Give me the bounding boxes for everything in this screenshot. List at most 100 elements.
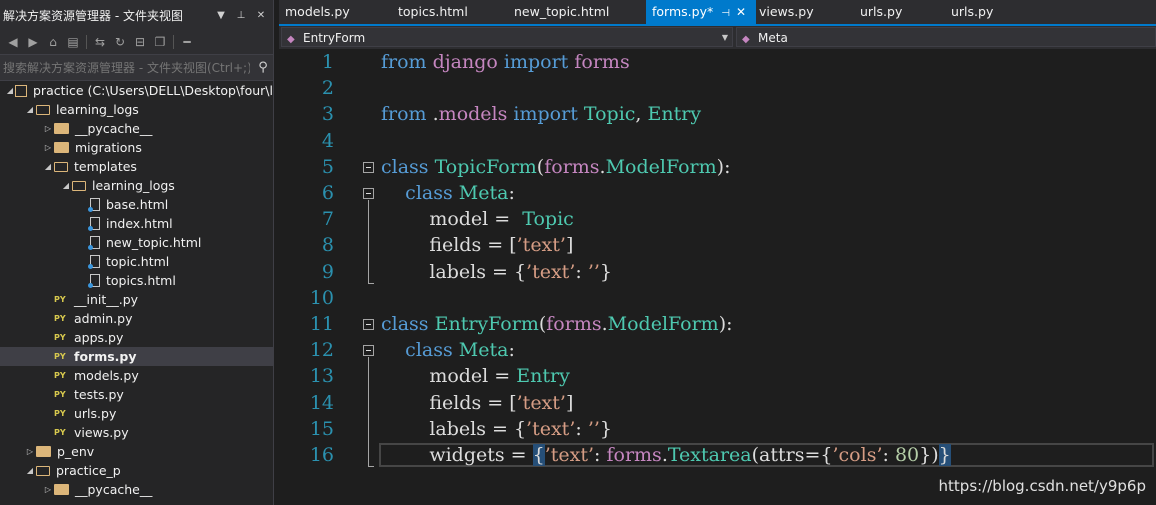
tab-models-py[interactable]: models.py: [279, 0, 350, 24]
tree-item[interactable]: ◢ practice (C:\Users\DELL\Desktop\four\l: [0, 81, 273, 100]
properties-icon[interactable]: ━: [177, 35, 197, 49]
class-combo-value: EntryForm: [303, 31, 366, 45]
tab-new-topic-html[interactable]: new_topic.html: [508, 0, 609, 24]
tab-label: urls.py: [951, 4, 994, 19]
code-line: class EntryForm(forms.ModelForm):: [381, 313, 733, 335]
python-file-icon: PY: [54, 409, 66, 418]
collapse-all-icon[interactable]: ⊟: [130, 35, 150, 49]
code-token: .: [426, 103, 439, 126]
code-token: model =: [381, 365, 517, 388]
line-number: 11: [309, 313, 334, 335]
tree-item[interactable]: ◢ practice_p: [0, 461, 273, 480]
file-tree: ◢ practice (C:\Users\DELL\Desktop\four\l ◢…: [0, 81, 273, 499]
collapse-icon[interactable]: [363, 345, 374, 356]
code-token: forms: [574, 51, 630, 73]
tree-item[interactable]: ▷ __pycache__: [0, 119, 273, 138]
solution-explorer-toolbar: ◀ ▶ ⌂ ▤ ⇆ ↻ ⊟ ❐ ━: [0, 30, 273, 55]
code-token: widgets =: [381, 444, 533, 466]
solution-explorer-title: 解决方案资源管理器 - 文件夹视图: [3, 8, 183, 23]
tree-item[interactable]: index.html: [0, 214, 273, 233]
tree-item-label: p_env: [57, 444, 95, 459]
code-token: model =: [381, 208, 523, 231]
tree-item[interactable]: ▷ migrations: [0, 138, 273, 157]
code-token: Topic: [583, 103, 636, 126]
pin-icon[interactable]: ⊥: [233, 10, 249, 21]
line-number: 2: [321, 77, 334, 100]
code-token: from: [381, 103, 427, 126]
copy-icon[interactable]: ❐: [150, 35, 170, 49]
code-token: Meta: [458, 182, 509, 204]
tree-item[interactable]: PY apps.py: [0, 328, 273, 347]
code-token: ]: [565, 391, 574, 414]
code-token: (attrs={: [751, 444, 833, 466]
collapsed-arrow-icon[interactable]: ▷: [42, 143, 54, 152]
tree-item[interactable]: ◢ learning_logs: [0, 100, 273, 119]
chevron-down-icon[interactable]: ▼: [722, 28, 728, 48]
tree-item[interactable]: PY views.py: [0, 423, 273, 442]
tab-urls-py[interactable]: urls.py: [854, 0, 902, 24]
expanded-arrow-icon[interactable]: ◢: [24, 466, 36, 475]
home-icon[interactable]: ⌂: [43, 35, 63, 49]
class-combo[interactable]: ◆ EntryForm ▼: [281, 27, 733, 47]
pin-icon[interactable]: ⊣: [721, 8, 730, 19]
views-icon[interactable]: ▤: [63, 35, 83, 49]
code-line: class Meta:: [381, 182, 515, 204]
search-icon[interactable]: ⚲: [253, 60, 273, 75]
tree-item[interactable]: base.html: [0, 195, 273, 214]
tree-item[interactable]: PY tests.py: [0, 385, 273, 404]
forward-icon[interactable]: ▶: [23, 35, 43, 49]
collapse-icon[interactable]: [363, 162, 374, 173]
tree-item[interactable]: PY admin.py: [0, 309, 273, 328]
tree-item[interactable]: ▷ __pycache__: [0, 480, 273, 499]
close-tab-icon[interactable]: ✕: [736, 5, 746, 19]
tab-views-py[interactable]: views.py: [753, 0, 814, 24]
collapse-icon[interactable]: [363, 319, 374, 330]
tree-item-label: topic.html: [106, 254, 170, 269]
back-icon[interactable]: ◀: [3, 35, 23, 49]
tree-item[interactable]: PY models.py: [0, 366, 273, 385]
code-line: model = Entry: [381, 365, 570, 387]
collapsed-arrow-icon[interactable]: ▷: [24, 447, 36, 456]
tree-item[interactable]: ▷ p_env: [0, 442, 273, 461]
expanded-arrow-icon[interactable]: ◢: [60, 181, 72, 190]
expanded-arrow-icon[interactable]: ◢: [24, 105, 36, 114]
navigation-bar: ◆ EntryForm ▼ ◆ Meta: [279, 26, 1156, 50]
tree-item[interactable]: ◢ templates: [0, 157, 273, 176]
expanded-arrow-icon[interactable]: ◢: [5, 86, 15, 95]
tree-item[interactable]: new_topic.html: [0, 233, 273, 252]
tree-item-label: practice_p: [56, 463, 121, 478]
code-token: class: [381, 155, 429, 178]
tree-item-label: learning_logs: [56, 102, 139, 117]
tree-item-label: __pycache__: [75, 482, 153, 497]
tree-item[interactable]: topic.html: [0, 252, 273, 271]
code-token: TopicForm: [434, 155, 537, 178]
tree-item[interactable]: PY __init__.py: [0, 290, 273, 309]
tree-item[interactable]: ◢ learning_logs: [0, 176, 273, 195]
search-input[interactable]: [0, 60, 253, 75]
tab-urls-py[interactable]: urls.py: [945, 0, 993, 24]
tree-item[interactable]: PY forms.py: [0, 347, 273, 366]
code-token: ]: [565, 234, 574, 257]
code-token: ModelForm: [605, 155, 717, 178]
line-number: 14: [309, 391, 334, 414]
member-combo[interactable]: ◆ Meta: [736, 27, 1156, 47]
collapsed-arrow-icon[interactable]: ▷: [42, 485, 54, 494]
expanded-arrow-icon[interactable]: ◢: [42, 162, 54, 171]
line-number: 12: [309, 339, 334, 362]
collapse-icon[interactable]: [363, 188, 374, 199]
close-icon[interactable]: ✕: [253, 10, 269, 21]
tab-topics-html[interactable]: topics.html: [392, 0, 468, 24]
line-number: 9: [321, 260, 334, 283]
code-token: forms: [606, 444, 662, 466]
html-file-icon: [88, 236, 100, 250]
tab-forms-py[interactable]: forms.py* ⊣ ✕: [646, 0, 756, 24]
tree-item[interactable]: PY urls.py: [0, 404, 273, 423]
tree-item-label: migrations: [75, 140, 142, 155]
member-combo-value: Meta: [758, 31, 788, 45]
refresh-icon[interactable]: ↻: [110, 35, 130, 49]
dropdown-icon[interactable]: ▼: [213, 10, 229, 21]
code-editor[interactable]: 1 2 3 4 5 6 7 8 9 10 11 12 13 14 15 16 from django impor…: [279, 49, 1156, 505]
sync-icon[interactable]: ⇆: [90, 35, 110, 49]
tree-item[interactable]: topics.html: [0, 271, 273, 290]
collapsed-arrow-icon[interactable]: ▷: [42, 124, 54, 133]
